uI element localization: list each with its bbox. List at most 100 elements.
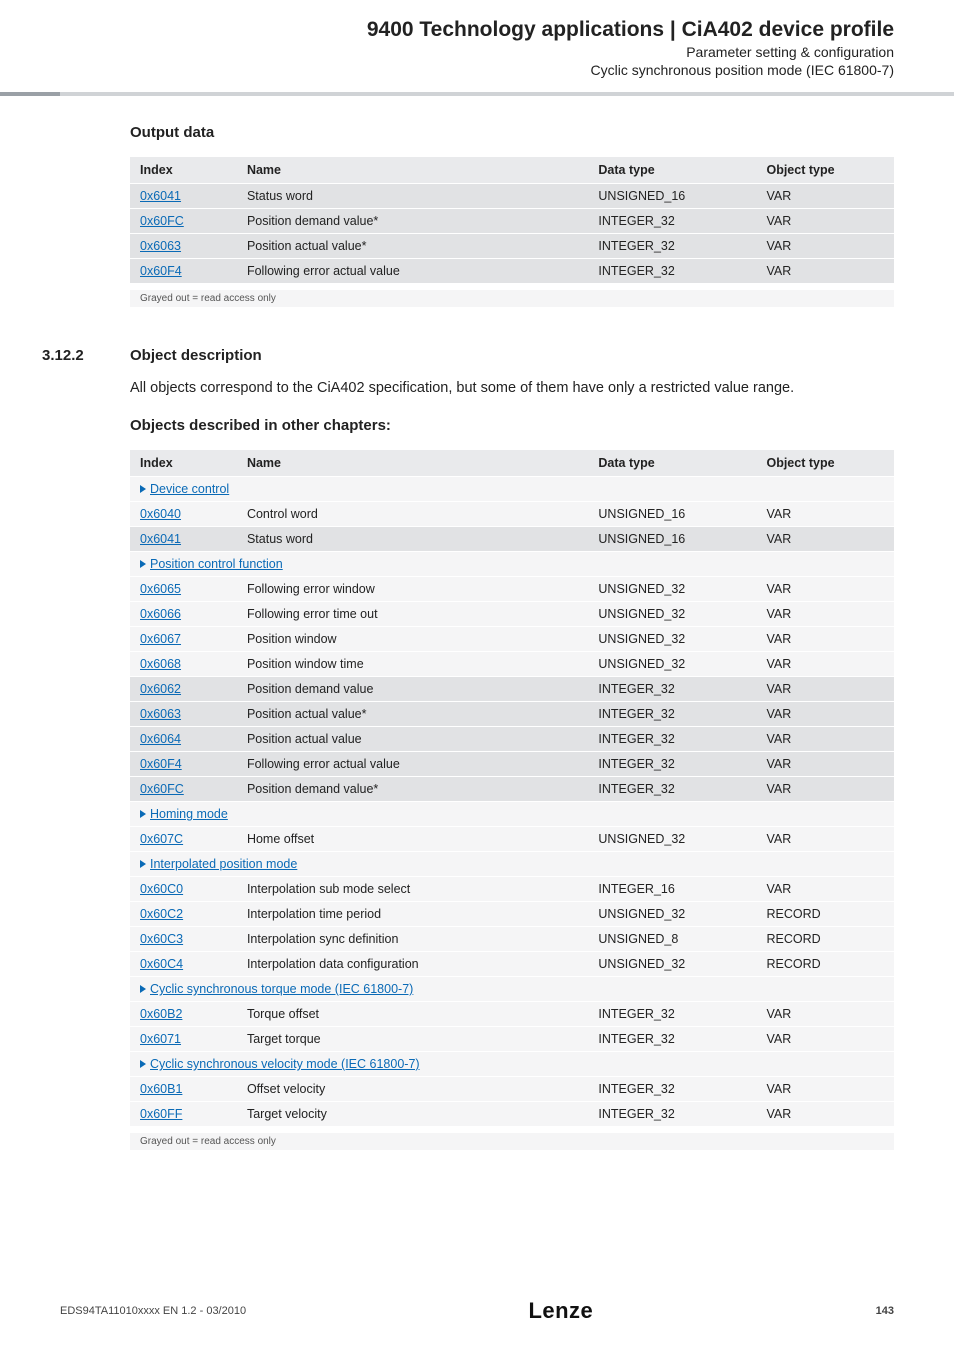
index-link[interactable]: 0x6064 (140, 732, 181, 746)
index-link[interactable]: 0x60FC (140, 782, 184, 796)
cell-name: Control word (237, 502, 588, 527)
index-link[interactable]: 0x60B2 (140, 1007, 182, 1021)
group-link[interactable]: Position control function (150, 557, 283, 571)
triangle-icon (140, 860, 146, 868)
table-header-row: Index Name Data type Object type (130, 450, 894, 477)
index-link[interactable]: 0x60C4 (140, 957, 183, 971)
cell-datatype: INTEGER_32 (588, 752, 756, 777)
table-row: 0x60C4Interpolation data configurationUN… (130, 952, 894, 977)
triangle-icon (140, 560, 146, 568)
cell-name: Position demand value* (237, 777, 588, 802)
cell-index: 0x6067 (130, 627, 237, 652)
index-link[interactable]: 0x6041 (140, 532, 181, 546)
table-row: 0x6063Position actual value*INTEGER_32VA… (130, 234, 894, 259)
cell-datatype: INTEGER_32 (588, 727, 756, 752)
table-row: 0x60FCPosition demand value*INTEGER_32VA… (130, 209, 894, 234)
cell-index: 0x6065 (130, 577, 237, 602)
cell-objecttype: VAR (756, 1102, 894, 1127)
index-link[interactable]: 0x60F4 (140, 264, 182, 278)
objects-heading: Objects described in other chapters: (130, 417, 894, 434)
index-link[interactable]: 0x6040 (140, 507, 181, 521)
index-link[interactable]: 0x6041 (140, 189, 181, 203)
index-link[interactable]: 0x6063 (140, 707, 181, 721)
page-content: Output data Index Name Data type Object … (0, 96, 954, 1150)
index-link[interactable]: 0x60FC (140, 214, 184, 228)
cell-datatype: UNSIGNED_16 (588, 527, 756, 552)
index-link[interactable]: 0x6066 (140, 607, 181, 621)
output-table: Index Name Data type Object type 0x6041S… (130, 157, 894, 284)
group-link[interactable]: Homing mode (150, 807, 228, 821)
index-link[interactable]: 0x60C3 (140, 932, 183, 946)
index-link[interactable]: 0x60FF (140, 1107, 182, 1121)
group-link[interactable]: Cyclic synchronous torque mode (IEC 6180… (150, 982, 413, 996)
index-link[interactable]: 0x60B1 (140, 1082, 182, 1096)
cell-objecttype: VAR (756, 652, 894, 677)
cell-objecttype: VAR (756, 1027, 894, 1052)
group-link[interactable]: Device control (150, 482, 229, 496)
cell-datatype: UNSIGNED_32 (588, 577, 756, 602)
cell-name: Position window (237, 627, 588, 652)
cell-index: 0x6041 (130, 527, 237, 552)
table-row: 0x6062Position demand valueINTEGER_32VAR (130, 677, 894, 702)
cell-index: 0x607C (130, 827, 237, 852)
table-row: 0x6071Target torqueINTEGER_32VAR (130, 1027, 894, 1052)
index-link[interactable]: 0x6067 (140, 632, 181, 646)
cell-name: Position actual value (237, 727, 588, 752)
cell-index: 0x60C2 (130, 902, 237, 927)
cell-datatype: INTEGER_32 (588, 1077, 756, 1102)
index-link[interactable]: 0x60C2 (140, 907, 183, 921)
cell-index: 0x6068 (130, 652, 237, 677)
output-footnote: Grayed out = read access only (130, 290, 894, 307)
group-row: Cyclic synchronous torque mode (IEC 6180… (130, 977, 894, 1002)
cell-name: Position demand value* (237, 209, 588, 234)
col-name: Name (237, 157, 588, 184)
cell-name: Home offset (237, 827, 588, 852)
cell-objecttype: VAR (756, 702, 894, 727)
cell-index: 0x6064 (130, 727, 237, 752)
cell-name: Interpolation data configuration (237, 952, 588, 977)
objects-table: Index Name Data type Object type Device … (130, 450, 894, 1127)
table-row: 0x60B1Offset velocityINTEGER_32VAR (130, 1077, 894, 1102)
cell-index: 0x6040 (130, 502, 237, 527)
cell-name: Following error actual value (237, 752, 588, 777)
group-row: Cyclic synchronous velocity mode (IEC 61… (130, 1052, 894, 1077)
cell-datatype: UNSIGNED_16 (588, 502, 756, 527)
page-header: 9400 Technology applications | CiA402 de… (0, 0, 954, 86)
index-link[interactable]: 0x6065 (140, 582, 181, 596)
cell-objecttype: VAR (756, 677, 894, 702)
col-name: Name (237, 450, 588, 477)
cell-name: Offset velocity (237, 1077, 588, 1102)
index-link[interactable]: 0x607C (140, 832, 183, 846)
group-link[interactable]: Cyclic synchronous velocity mode (IEC 61… (150, 1057, 420, 1071)
table-row: 0x6063Position actual value*INTEGER_32VA… (130, 702, 894, 727)
index-link[interactable]: 0x6068 (140, 657, 181, 671)
group-cell: Device control (130, 477, 894, 502)
group-cell: Cyclic synchronous velocity mode (IEC 61… (130, 1052, 894, 1077)
cell-name: Torque offset (237, 1002, 588, 1027)
index-link[interactable]: 0x6071 (140, 1032, 181, 1046)
cell-name: Position window time (237, 652, 588, 677)
col-objecttype: Object type (756, 450, 894, 477)
table-row: 0x6065Following error windowUNSIGNED_32V… (130, 577, 894, 602)
cell-objecttype: RECORD (756, 927, 894, 952)
cell-index: 0x60B1 (130, 1077, 237, 1102)
cell-index: 0x6062 (130, 677, 237, 702)
cell-name: Position actual value* (237, 234, 588, 259)
group-link[interactable]: Interpolated position mode (150, 857, 297, 871)
index-link[interactable]: 0x60F4 (140, 757, 182, 771)
col-datatype: Data type (588, 450, 756, 477)
index-link[interactable]: 0x6062 (140, 682, 181, 696)
section-heading: Object description (130, 347, 262, 364)
table-row: 0x607CHome offsetUNSIGNED_32VAR (130, 827, 894, 852)
table-row: 0x60F4Following error actual valueINTEGE… (130, 259, 894, 284)
cell-objecttype: VAR (756, 527, 894, 552)
cell-name: Following error actual value (237, 259, 588, 284)
index-link[interactable]: 0x6063 (140, 239, 181, 253)
objects-footnote: Grayed out = read access only (130, 1133, 894, 1150)
index-link[interactable]: 0x60C0 (140, 882, 183, 896)
group-row: Homing mode (130, 802, 894, 827)
cell-name: Interpolation time period (237, 902, 588, 927)
cell-objecttype: VAR (756, 577, 894, 602)
cell-datatype: INTEGER_16 (588, 877, 756, 902)
col-index: Index (130, 450, 237, 477)
